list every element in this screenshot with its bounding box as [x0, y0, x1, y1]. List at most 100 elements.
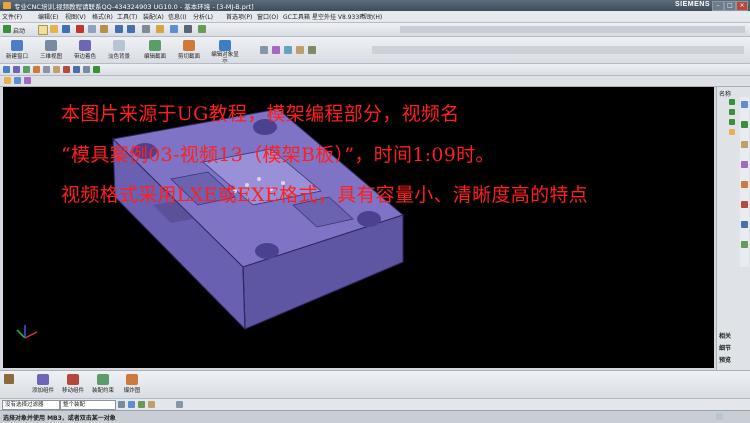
menu-item-plugin[interactable]: 星空外挂 V8.933F [312, 12, 363, 21]
snap-center-icon[interactable] [24, 77, 31, 84]
menu-item-help[interactable]: 帮助(H) [361, 12, 382, 21]
repeat-command-icon[interactable] [142, 25, 150, 33]
maximize-icon[interactable]: □ [724, 1, 736, 11]
touch-mode-icon[interactable] [170, 25, 178, 33]
graphics-viewport[interactable]: 本图片来源于UG教程，模架编程部分，视频名 “模具案例03-视频13（模架B板）… [3, 87, 714, 368]
measure-icon[interactable] [296, 46, 304, 54]
type-filter-dropdown[interactable]: 没有选择过滤器 [2, 400, 60, 410]
open-icon[interactable] [50, 25, 58, 33]
assembly-icon[interactable] [4, 374, 14, 384]
show-hide-icon[interactable] [260, 46, 268, 54]
menu-item-info[interactable]: 信息(I) [168, 12, 186, 21]
snap-toggle-icon[interactable] [138, 401, 145, 408]
web-browser-icon[interactable] [741, 201, 748, 208]
find-icon[interactable] [156, 25, 164, 33]
menu-item-assembly[interactable]: 装配(A) [143, 12, 164, 21]
redo-icon[interactable] [127, 25, 135, 33]
filter-icon[interactable] [128, 401, 135, 408]
close-icon[interactable]: × [736, 1, 748, 11]
help-icon[interactable] [198, 25, 206, 33]
exploded-view-label: 爆炸图 [123, 388, 141, 394]
edit-object-display-button[interactable]: 编辑对象显示 [210, 40, 240, 64]
rotate-icon[interactable] [73, 66, 80, 73]
guide-hole [357, 211, 381, 227]
select-all-icon[interactable] [118, 401, 125, 408]
start-menu-label[interactable]: 启动 [13, 26, 25, 35]
new-window-button[interactable]: 新建窗口 [2, 40, 32, 60]
zoom-icon[interactable] [93, 66, 100, 73]
undo-icon[interactable] [115, 25, 123, 33]
3d-view-button[interactable]: 三维视图 [36, 40, 66, 60]
selection-scope-dropdown[interactable]: 整个装配 [60, 400, 116, 410]
menu-item-window[interactable]: 窗口(O) [257, 12, 278, 21]
clip-section-button[interactable]: 剪切截面 [174, 40, 204, 60]
snap-icon[interactable] [308, 46, 316, 54]
select-icon[interactable] [3, 66, 10, 73]
details-tab[interactable]: 细节 [719, 343, 731, 352]
background-icon [113, 40, 125, 51]
watermark-line-1: 本图片来源于UG教程，模架编程部分，视频名 [61, 103, 460, 125]
view-toolbar: 新建窗口 三维视图 带边着色 淡色背景 编辑截面 剪切截面 编辑对象显示 [0, 37, 750, 64]
paste-icon[interactable] [100, 25, 108, 33]
toolbar-spacer [400, 26, 745, 33]
pan-icon[interactable] [83, 66, 90, 73]
copy-icon[interactable] [88, 25, 96, 33]
reset-filter-icon[interactable] [148, 401, 155, 408]
cut-icon[interactable] [76, 25, 84, 33]
edge-icon[interactable] [33, 66, 40, 73]
new-file-icon[interactable] [38, 25, 48, 35]
clip-section-label: 剪切截面 [177, 54, 200, 60]
history-icon[interactable] [741, 181, 748, 188]
3d-view-label: 三维视图 [39, 54, 62, 60]
shaded-with-edges-button[interactable]: 带边着色 [70, 40, 100, 60]
menu-item-gc-toolbox[interactable]: GC工具箱 [283, 12, 310, 21]
menu-item-edit[interactable]: 编辑(E) [38, 12, 58, 21]
menu-item-preferences[interactable]: 首选项(P) [226, 12, 252, 21]
face-icon[interactable] [23, 66, 30, 73]
light-background-button[interactable]: 淡色背景 [104, 40, 134, 60]
preview-tab[interactable]: 预览 [719, 355, 731, 364]
assembly-constraints-button[interactable]: 装配约束 [88, 374, 118, 394]
add-component-button[interactable]: 添加组件 [28, 374, 58, 394]
roles-icon[interactable] [741, 241, 748, 248]
folder-icon[interactable] [729, 129, 735, 135]
menu-item-format[interactable]: 格式(R) [92, 12, 113, 21]
assembly-navigator-icon[interactable] [741, 101, 748, 108]
app-icon[interactable] [3, 2, 11, 9]
reuse-library-icon[interactable] [741, 161, 748, 168]
shaded-cube-icon [79, 40, 91, 51]
window-icon[interactable] [184, 25, 192, 33]
check-icon[interactable] [729, 99, 735, 105]
menu-item-analysis[interactable]: 分析(L) [193, 12, 213, 21]
start-icon[interactable] [3, 25, 11, 33]
assembly-constraints-label: 装配约束 [91, 388, 114, 394]
snap-endpoint-icon[interactable] [4, 77, 11, 84]
menu-item-file[interactable]: 文件(F) [2, 12, 22, 21]
check-icon[interactable] [729, 119, 735, 125]
wcs-icon[interactable] [284, 46, 292, 54]
status-toggle-icon[interactable] [716, 413, 723, 420]
snap-point-icon[interactable] [63, 66, 70, 73]
brand-logo: SIEMENS [674, 1, 710, 8]
menu-item-view[interactable]: 视图(V) [65, 12, 86, 21]
curve-icon[interactable] [53, 66, 60, 73]
view-orientation-icon[interactable] [176, 401, 183, 408]
snap-midpoint-icon[interactable] [14, 77, 21, 84]
exploded-view-button[interactable]: 爆炸图 [117, 374, 147, 394]
ribbon-strip [0, 76, 750, 87]
system-materials-icon[interactable] [741, 221, 748, 228]
part-navigator-icon[interactable] [741, 141, 748, 148]
layer-settings-icon[interactable] [272, 46, 280, 54]
move-component-button[interactable]: 移动组件 [58, 374, 88, 394]
save-icon[interactable] [62, 25, 70, 33]
constraint-navigator-icon[interactable] [741, 121, 748, 128]
edit-section-label: 编辑截面 [143, 54, 166, 60]
point-icon[interactable] [43, 66, 50, 73]
minimize-icon[interactable]: – [712, 1, 724, 11]
menu-item-tools[interactable]: 工具(T) [117, 12, 137, 21]
dependencies-tab[interactable]: 相关 [719, 331, 731, 340]
solid-icon[interactable] [13, 66, 20, 73]
exploded-view-icon [126, 374, 138, 385]
check-icon[interactable] [729, 109, 735, 115]
edit-section-button[interactable]: 编辑截面 [140, 40, 170, 60]
